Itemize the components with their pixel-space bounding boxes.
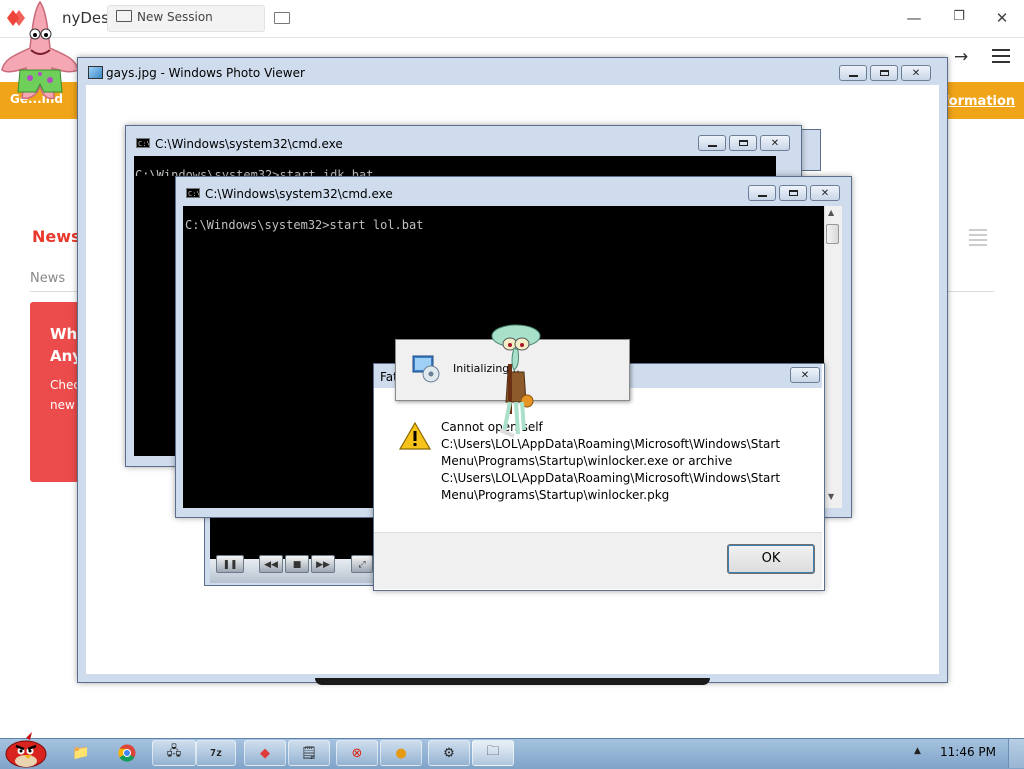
- maximize-button[interactable]: [729, 135, 757, 151]
- maximize-button[interactable]: [779, 185, 807, 201]
- cmd-back-line: C:\Windows\system32>start idk.bat: [135, 168, 374, 176]
- minimize-button[interactable]: [839, 65, 867, 81]
- tab-new-session-label: New Session: [137, 10, 213, 24]
- cmd-back-title: C:\Windows\system32\cmd.exe: [155, 137, 343, 151]
- notepad-icon[interactable]: 🗒: [288, 740, 330, 766]
- close-icon[interactable]: ✕: [994, 9, 1010, 27]
- show-desktop-button[interactable]: [1008, 739, 1024, 768]
- close-button[interactable]: ✕: [901, 65, 931, 81]
- vertical-scrollbar[interactable]: [824, 206, 842, 508]
- photo-shadow: [315, 678, 710, 685]
- minimize-icon[interactable]: —: [906, 9, 922, 27]
- squidward-sticker: [491, 324, 541, 438]
- cmd-front-window-buttons: ✕: [745, 185, 840, 201]
- banner-more-information-link[interactable]: formation: [943, 94, 1015, 109]
- list-view-icon[interactable]: [969, 229, 987, 249]
- folder-app-icon[interactable]: 🗀: [472, 740, 514, 766]
- next-button[interactable]: ▶▶: [311, 555, 335, 573]
- cmd-front-title: C:\Windows\system32\cmd.exe: [205, 187, 393, 201]
- connect-arrow-icon[interactable]: →: [954, 47, 968, 67]
- previous-button[interactable]: ◀◀: [259, 555, 283, 573]
- close-button[interactable]: ✕: [790, 367, 820, 383]
- network-app-icon[interactable]: 🖧: [152, 740, 196, 766]
- show-hidden-icons-icon[interactable]: ▲: [914, 746, 921, 756]
- photo-viewer-icon: [88, 66, 103, 79]
- pause-button[interactable]: ❚❚: [216, 555, 244, 573]
- scroll-down-arrow-icon[interactable]: ▼: [828, 492, 834, 501]
- hamburger-menu-icon[interactable]: [992, 49, 1010, 67]
- media-player-video: [210, 515, 374, 559]
- scrollbar-thumb[interactable]: [826, 224, 839, 244]
- error-app-icon[interactable]: ⊗: [336, 740, 378, 766]
- maximize-button[interactable]: [870, 65, 898, 81]
- restore-icon[interactable]: ❐: [951, 9, 967, 24]
- new-tab-icon[interactable]: [274, 12, 290, 24]
- cmd-back-window-buttons: ✕: [695, 135, 790, 151]
- chrome-icon[interactable]: [118, 744, 136, 762]
- media-app-icon[interactable]: ●: [380, 740, 422, 766]
- ok-button[interactable]: OK: [727, 544, 815, 574]
- close-button[interactable]: ✕: [810, 185, 840, 201]
- close-button[interactable]: ✕: [760, 135, 790, 151]
- news-heading: News: [32, 227, 81, 246]
- start-button-angry-bird-icon[interactable]: [2, 730, 50, 768]
- cmd-icon: C:\: [186, 188, 200, 198]
- monitor-icon: [116, 10, 132, 22]
- cmd-icon: C:\: [136, 138, 150, 148]
- patrick-star-sticker: [1, 0, 79, 100]
- minimize-button[interactable]: [698, 135, 726, 151]
- anydesk-taskbar-icon[interactable]: ◆: [244, 740, 286, 766]
- photo-viewer-title: gays.jpg - Windows Photo Viewer: [106, 66, 305, 80]
- minimize-button[interactable]: [748, 185, 776, 201]
- stop-button[interactable]: ■: [285, 555, 309, 573]
- installer-icon: [412, 355, 440, 383]
- explorer-folder-icon[interactable]: 📁: [69, 740, 93, 766]
- fullscreen-button[interactable]: ⤢: [351, 555, 373, 573]
- taskbar-clock[interactable]: 11:46 PM: [940, 745, 996, 759]
- tab-news[interactable]: News: [30, 271, 65, 286]
- 7zip-icon[interactable]: 7z: [196, 740, 236, 766]
- scroll-up-arrow-icon[interactable]: ▲: [828, 208, 834, 217]
- tool-app-icon[interactable]: ⚙: [428, 740, 470, 766]
- cmd-front-line: C:\Windows\system32>start lol.bat: [185, 218, 424, 232]
- photo-viewer-window-buttons: ✕: [836, 65, 931, 81]
- warning-icon: [399, 422, 431, 450]
- window-edge: [800, 129, 821, 171]
